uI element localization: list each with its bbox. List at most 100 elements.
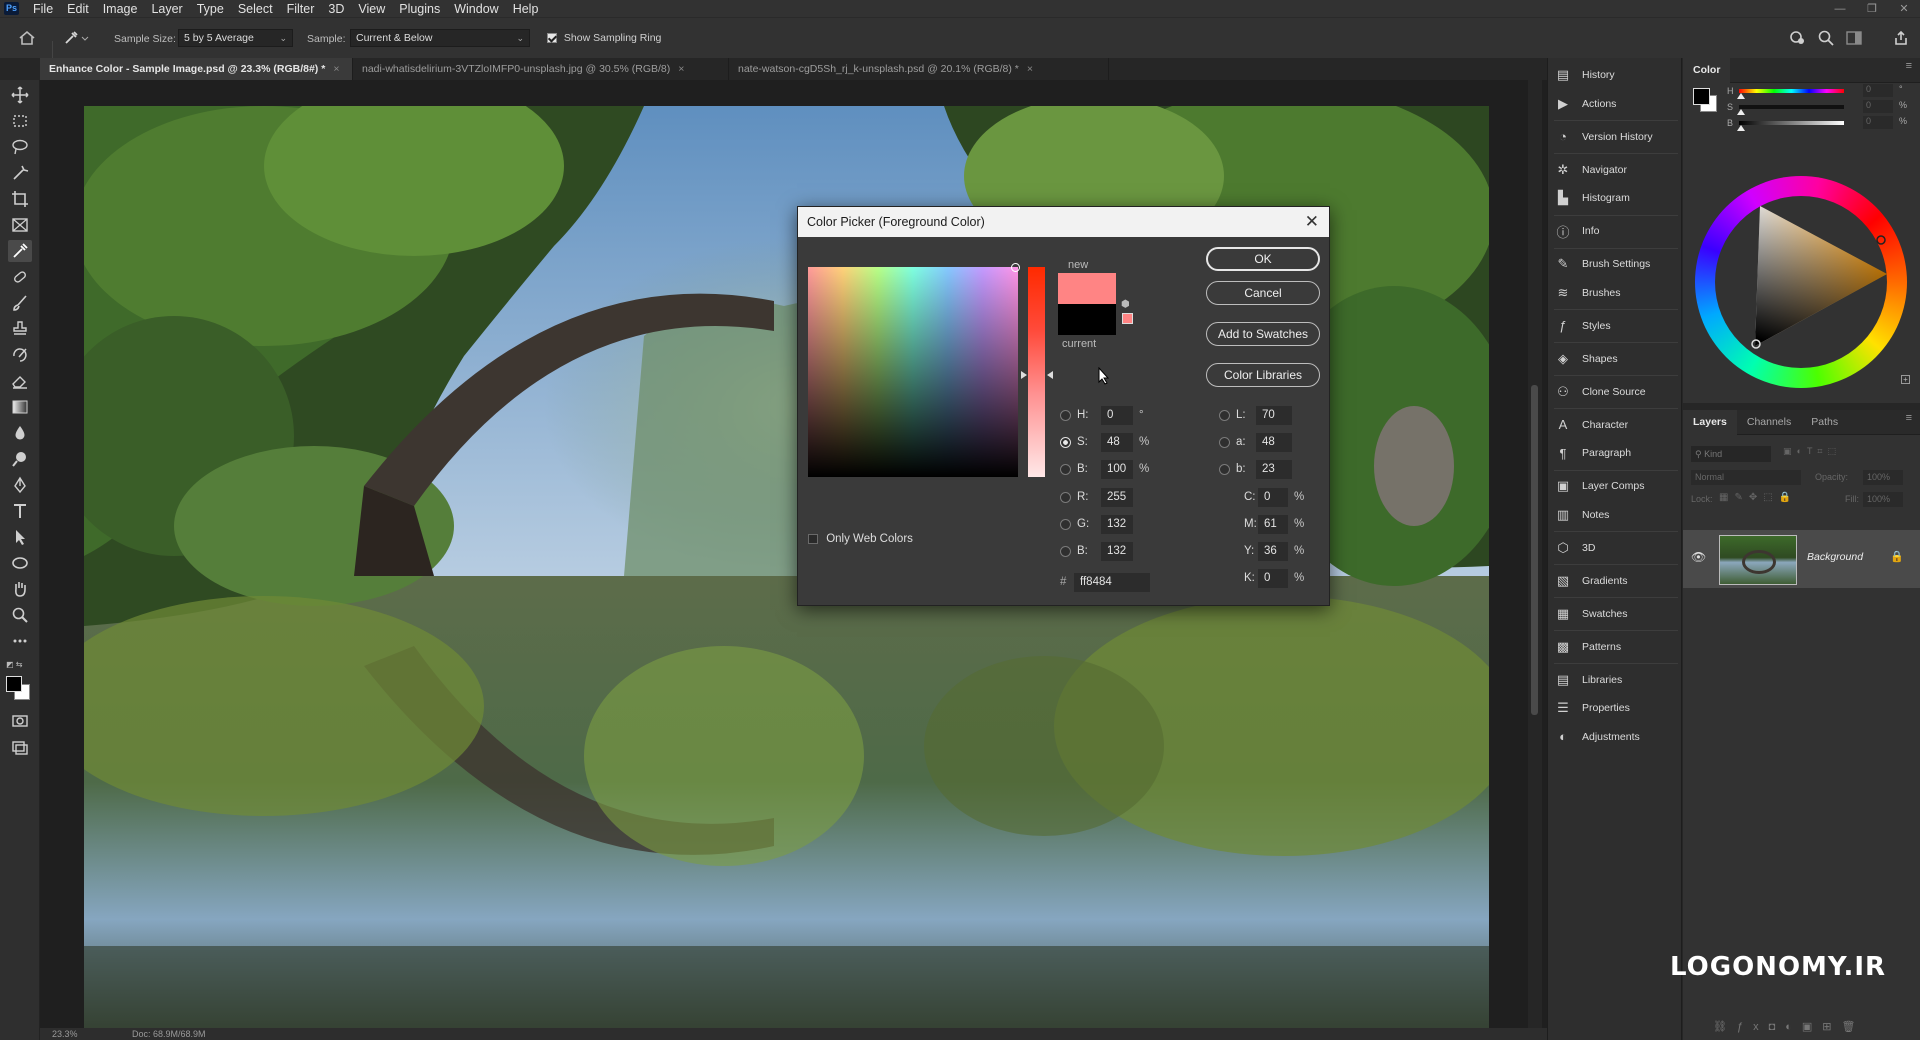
lab-a-radio[interactable] — [1219, 436, 1230, 448]
color-field-marker[interactable] — [1011, 263, 1020, 272]
lasso-tool-icon[interactable] — [8, 136, 32, 158]
menu-file[interactable]: File — [33, 2, 53, 16]
more-tools-icon[interactable] — [8, 630, 32, 652]
path-selection-tool-icon[interactable] — [8, 526, 32, 548]
discover-icon[interactable] — [1789, 29, 1807, 50]
foreground-color-swatch[interactable] — [6, 676, 22, 692]
only-web-colors-option[interactable]: Only Web Colors — [808, 533, 913, 545]
lab-b-input[interactable]: 23 — [1256, 459, 1292, 479]
menu-plugins[interactable]: Plugins — [399, 2, 440, 16]
panel-character[interactable]: A Character — [1554, 414, 1628, 436]
zoom-tool-icon[interactable] — [8, 604, 32, 626]
green-radio[interactable] — [1060, 518, 1071, 530]
add-to-swatches-button[interactable]: Add to Swatches — [1206, 322, 1320, 346]
blur-tool-icon[interactable] — [8, 422, 32, 444]
slider-left-arrow[interactable] — [1021, 371, 1027, 379]
lab-b-radio[interactable] — [1219, 463, 1230, 475]
marquee-tool-icon[interactable] — [8, 110, 32, 132]
blend-mode-select[interactable]: Normal — [1691, 470, 1801, 485]
panel-actions[interactable]: ▶ Actions — [1554, 93, 1616, 115]
type-tool-icon[interactable] — [8, 500, 32, 522]
hue-slider-thumb[interactable] — [1737, 93, 1745, 99]
panel-patterns[interactable]: ▩ Patterns — [1554, 636, 1621, 658]
foreground-color-chip[interactable] — [1693, 88, 1710, 105]
share-icon[interactable] — [1892, 29, 1910, 50]
saturation-slider-thumb[interactable] — [1737, 109, 1745, 115]
gamut-color-chip[interactable] — [1122, 313, 1133, 324]
show-sampling-ring-toggle[interactable]: Show Sampling Ring — [547, 32, 661, 44]
red-radio[interactable] — [1060, 491, 1071, 503]
menu-image[interactable]: Image — [103, 2, 138, 16]
tab-layers[interactable]: Layers — [1683, 409, 1737, 435]
ellipse-tool-icon[interactable] — [8, 552, 32, 574]
only-web-colors-checkbox[interactable] — [808, 533, 818, 544]
default-colors-icon[interactable]: ◩ ⇆ — [6, 660, 22, 669]
tab-nadi-whatisdelirium[interactable]: nadi-whatisdelirium-3VTZloIMFP0-unsplash… — [353, 58, 729, 80]
minimize-icon[interactable]: — — [1824, 3, 1856, 15]
panel-clone-source[interactable]: ⚇ Clone Source — [1554, 381, 1645, 403]
menu-window[interactable]: Window — [454, 2, 498, 16]
object-selection-tool-icon[interactable] — [8, 162, 32, 184]
frame-tool-icon[interactable] — [8, 214, 32, 236]
brightness-slider-thumb[interactable] — [1737, 125, 1745, 131]
layer-filter-select[interactable]: ⚲ Kind — [1691, 446, 1771, 462]
lock-icon[interactable]: 🔒 — [1890, 550, 1904, 563]
expand-icon[interactable]: + — [1901, 375, 1910, 384]
close-icon[interactable]: ✕ — [1305, 207, 1319, 237]
color-triangle[interactable] — [1695, 176, 1907, 388]
panel-menu-icon[interactable]: ≡ — [1906, 412, 1912, 424]
clone-stamp-tool-icon[interactable] — [8, 318, 32, 340]
saturation-radio[interactable] — [1060, 436, 1071, 448]
close-tab-icon[interactable]: × — [678, 63, 684, 75]
lab-a-input[interactable]: 48 — [1256, 432, 1292, 452]
ok-button[interactable]: OK — [1206, 247, 1320, 271]
blue-input[interactable]: 132 — [1101, 541, 1133, 561]
slider-right-arrow[interactable] — [1047, 371, 1053, 379]
brightness-input[interactable]: 100 — [1101, 459, 1133, 479]
panel-history[interactable]: ▤ History — [1554, 64, 1615, 86]
sample-size-select[interactable]: 5 by 5 Average ⌄ — [178, 29, 293, 47]
eye-icon[interactable]: 👁 — [1691, 550, 1706, 564]
tab-channels[interactable]: Channels — [1737, 410, 1801, 435]
tab-color[interactable]: Color — [1683, 57, 1731, 83]
brightness-value[interactable]: 0 — [1863, 116, 1893, 129]
close-tab-icon[interactable]: × — [333, 63, 339, 75]
scrollbar-thumb[interactable] — [1531, 385, 1538, 715]
hue-radio[interactable] — [1060, 409, 1071, 421]
panel-shapes[interactable]: ◈ Shapes — [1554, 348, 1618, 370]
saturation-slider-bar[interactable] — [1028, 267, 1045, 477]
layer-name[interactable]: Background — [1807, 551, 1863, 563]
zoom-level[interactable]: 23.3% — [52, 1029, 78, 1039]
lightness-radio[interactable] — [1219, 409, 1230, 421]
eyedropper-tool-icon[interactable] — [8, 240, 32, 262]
panel-libraries[interactable]: ▤ Libraries — [1554, 669, 1622, 691]
panel-navigator[interactable]: ✲ Navigator — [1554, 159, 1627, 181]
fill-value[interactable]: 100% — [1863, 492, 1903, 507]
color-field[interactable] — [808, 263, 1020, 477]
panel-properties[interactable]: ☰ Properties — [1554, 697, 1630, 719]
panel-brushes[interactable]: ≋ Brushes — [1554, 282, 1621, 304]
color-libraries-button[interactable]: Color Libraries — [1206, 363, 1320, 387]
panel-gradients[interactable]: ▧ Gradients — [1554, 570, 1628, 592]
color-wheel[interactable] — [1695, 176, 1907, 388]
panel-adjustments[interactable]: ◐ Adjustments — [1554, 726, 1640, 748]
close-tab-icon[interactable]: × — [1027, 63, 1033, 75]
panel-styles[interactable]: ƒ Styles — [1554, 315, 1610, 337]
menu-view[interactable]: View — [358, 2, 385, 16]
panel-paragraph[interactable]: ¶ Paragraph — [1554, 442, 1632, 464]
brightness-radio[interactable] — [1060, 463, 1071, 475]
panel-layer-comps[interactable]: ▣ Layer Comps — [1554, 475, 1645, 497]
close-window-icon[interactable]: ✕ — [1888, 2, 1920, 15]
yellow-input[interactable]: 36 — [1258, 541, 1288, 561]
panel-histogram[interactable]: ▙ Histogram — [1554, 187, 1630, 209]
saturation-value[interactable]: 0 — [1863, 100, 1893, 113]
panel-swatches[interactable]: ▦ Swatches — [1554, 603, 1628, 625]
current-color-preview[interactable] — [1058, 304, 1116, 335]
dodge-tool-icon[interactable] — [8, 448, 32, 470]
layer-actions-bar[interactable]: ⛓ƒx◘◐▣⊞🗑 — [1713, 1020, 1865, 1033]
cyan-input[interactable]: 0 — [1258, 487, 1288, 507]
eyedropper-preset-icon[interactable] — [62, 29, 90, 50]
lock-icons[interactable]: ▦✎✥⬚🔒 — [1719, 492, 1797, 503]
menu-type[interactable]: Type — [197, 2, 224, 16]
menu-filter[interactable]: Filter — [287, 2, 315, 16]
